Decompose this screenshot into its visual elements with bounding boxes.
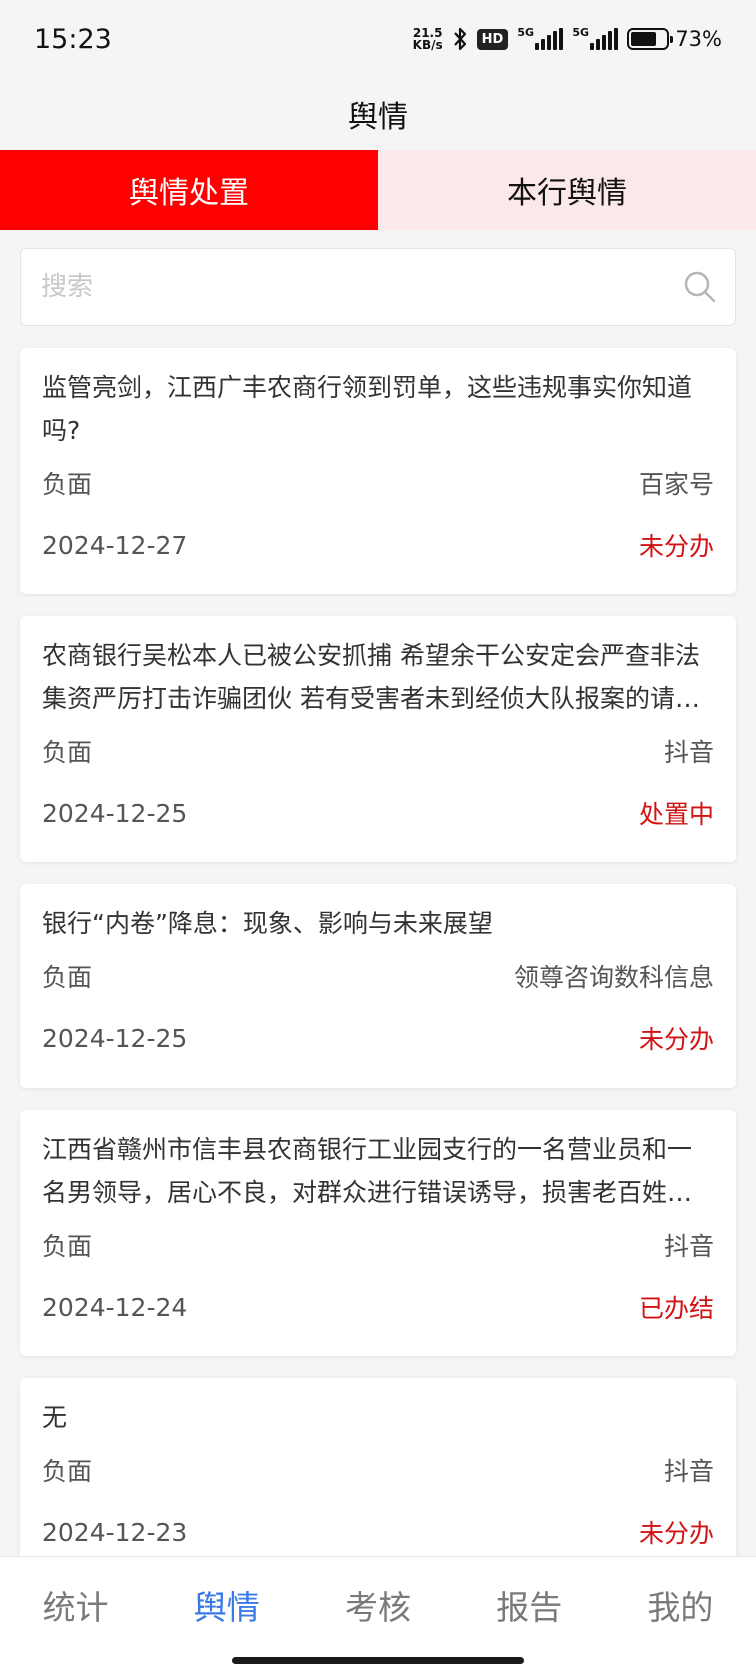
tab-sentiment-handling[interactable]: 舆情处置 bbox=[0, 150, 378, 230]
search-icon[interactable] bbox=[683, 270, 717, 304]
network-speed: 21.5 KB/s bbox=[413, 27, 443, 51]
item-status: 处置中 bbox=[638, 800, 714, 829]
item-status: 未分办 bbox=[638, 1519, 714, 1548]
item-title: 银行“内卷”降息：现象、影响与未来展望 bbox=[42, 909, 493, 938]
item-meta-row: 负面 抖音 bbox=[42, 1439, 714, 1501]
item-source: 抖音 bbox=[663, 738, 714, 767]
item-date: 2024-12-25 bbox=[42, 1023, 188, 1053]
signal-sim2-icon: 5G bbox=[572, 26, 619, 50]
tab-report[interactable]: 报告 bbox=[454, 1581, 605, 1629]
page-title: 舆情 bbox=[348, 100, 408, 135]
list-item[interactable]: 无 负面 抖音 2024-12-23 未分办 bbox=[20, 1378, 736, 1582]
battery-icon bbox=[627, 28, 674, 50]
bluetooth-icon bbox=[453, 27, 466, 51]
item-sentiment: 负面 bbox=[42, 738, 93, 767]
network-speed-unit: KB/s bbox=[412, 38, 443, 52]
sim2-network-label: 5G bbox=[572, 26, 589, 39]
status-icons: 21.5 KB/s HD 5G 5G 73% bbox=[413, 26, 722, 52]
item-status: 未分办 bbox=[638, 1025, 714, 1054]
battery-indicator: 73% bbox=[627, 27, 722, 51]
list-item[interactable]: 农商银行吴松本人已被公安抓捕 希望余干公安定会严查非法集资严厉打击诈骗团伙 若有… bbox=[20, 616, 736, 862]
home-indicator[interactable] bbox=[232, 1657, 524, 1664]
item-date: 2024-12-25 bbox=[42, 798, 188, 828]
tab-mine[interactable]: 我的 bbox=[605, 1581, 756, 1629]
item-meta-row: 负面 百家号 bbox=[42, 452, 714, 514]
tab-sentiment[interactable]: 舆情 bbox=[151, 1581, 302, 1629]
item-source: 抖音 bbox=[663, 1232, 714, 1261]
item-date: 2024-12-27 bbox=[42, 530, 188, 560]
bottom-tab-bar: 统计 舆情 考核 报告 我的 bbox=[0, 1556, 756, 1680]
tab-bank-sentiment[interactable]: 本行舆情 bbox=[378, 150, 756, 230]
item-sentiment: 负面 bbox=[42, 1457, 93, 1486]
item-date: 2024-12-24 bbox=[42, 1292, 188, 1322]
search-input[interactable] bbox=[41, 272, 641, 302]
item-meta-row: 负面 领尊咨询数科信息 bbox=[42, 945, 714, 1007]
item-status: 未分办 bbox=[638, 532, 714, 561]
screen: 15:23 21.5 KB/s HD 5G 5G 73% 舆情 舆情处置 本行舆… bbox=[0, 0, 756, 1680]
search-bar bbox=[20, 248, 736, 326]
item-date-row: 2024-12-23 未分办 bbox=[42, 1501, 714, 1563]
bottom-tab-items: 统计 舆情 考核 报告 我的 bbox=[0, 1557, 756, 1653]
sim1-network-label: 5G bbox=[517, 26, 534, 39]
status-bar: 15:23 21.5 KB/s HD 5G 5G 73% bbox=[0, 0, 756, 78]
battery-fill bbox=[631, 32, 657, 46]
tab-statistics[interactable]: 统计 bbox=[0, 1581, 151, 1629]
item-meta-row: 负面 抖音 bbox=[42, 720, 714, 782]
item-sentiment: 负面 bbox=[42, 1232, 93, 1261]
item-date-row: 2024-12-25 未分办 bbox=[42, 1007, 714, 1069]
item-date-row: 2024-12-27 未分办 bbox=[42, 514, 714, 576]
item-source: 领尊咨询数科信息 bbox=[513, 963, 714, 992]
list-item[interactable]: 银行“内卷”降息：现象、影响与未来展望 负面 领尊咨询数科信息 2024-12-… bbox=[20, 884, 736, 1088]
item-sentiment: 负面 bbox=[42, 963, 93, 992]
item-title: 江西省赣州市信丰县农商银行工业园支行的一名营业员和一名男领导，居心不良，对群众进… bbox=[42, 1135, 693, 1207]
item-sentiment: 负面 bbox=[42, 470, 93, 499]
battery-percent: 73% bbox=[675, 27, 722, 51]
item-date: 2024-12-23 bbox=[42, 1517, 188, 1547]
list-item[interactable]: 江西省赣州市信丰县农商银行工业园支行的一名营业员和一名男领导，居心不良，对群众进… bbox=[20, 1110, 736, 1356]
item-meta-row: 负面 抖音 bbox=[42, 1214, 714, 1276]
signal-sim1-icon: 5G bbox=[517, 26, 564, 50]
status-time: 15:23 bbox=[34, 23, 112, 55]
hd-voice-icon: HD bbox=[476, 28, 509, 50]
item-date-row: 2024-12-25 处置中 bbox=[42, 782, 714, 844]
tab-assessment[interactable]: 考核 bbox=[302, 1581, 453, 1629]
item-source: 百家号 bbox=[638, 470, 714, 499]
item-title: 无 bbox=[42, 1403, 68, 1432]
item-title: 监管亮剑，江西广丰农商行领到罚单，这些违规事实你知道吗? bbox=[42, 373, 693, 445]
segment-tabs: 舆情处置 本行舆情 bbox=[0, 150, 756, 230]
item-date-row: 2024-12-24 已办结 bbox=[42, 1276, 714, 1338]
list-item[interactable]: 监管亮剑，江西广丰农商行领到罚单，这些违规事实你知道吗? 负面 百家号 2024… bbox=[20, 348, 736, 594]
item-status: 已办结 bbox=[638, 1294, 714, 1323]
item-title: 农商银行吴松本人已被公安抓捕 希望余干公安定会严查非法集资严厉打击诈骗团伙 若有… bbox=[42, 641, 700, 713]
item-source: 抖音 bbox=[663, 1457, 714, 1486]
